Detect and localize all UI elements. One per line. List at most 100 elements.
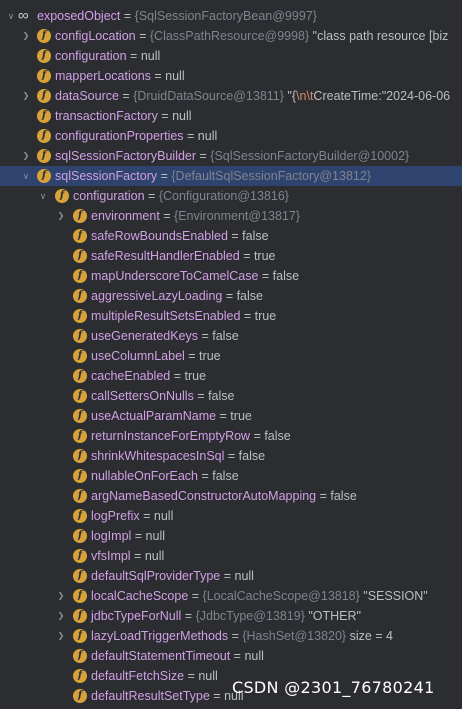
field-assign: = false — [198, 329, 239, 343]
field-assign: = — [181, 609, 196, 623]
field-assign: = — [157, 169, 172, 183]
tree-row-text: configuration = {Configuration@13816} — [73, 186, 289, 206]
object-ref: {ClassPathResource@9998} — [149, 29, 310, 43]
field-name: multipleResultSetsEnabled — [91, 309, 241, 323]
tree-row-text: returnInstanceForEmptyRow = false — [91, 426, 291, 446]
tree-row-argNameBasedConstructorAutoMapping[interactable]: f argNameBasedConstructorAutoMapping = fa… — [0, 486, 462, 506]
field-icon: f — [73, 409, 87, 423]
tree-row-shrinkWhitespacesInSql[interactable]: f shrinkWhitespacesInSql = false — [0, 446, 462, 466]
field-assign: = — [188, 589, 203, 603]
tree-row-sqlSessionFactoryBuilder[interactable]: ❯ f sqlSessionFactoryBuilder = {SqlSession… — [0, 146, 462, 166]
tree-row-defaultStatementTimeout[interactable]: f defaultStatementTimeout = null — [0, 646, 462, 666]
field-icon: f — [73, 249, 87, 263]
field-assign: = null — [183, 129, 218, 143]
field-icon: f — [73, 209, 87, 223]
field-icon: f — [55, 189, 69, 203]
field-value: "{ — [283, 89, 297, 103]
field-icon: f — [73, 329, 87, 343]
tree-row-text: mapperLocations = null — [55, 66, 185, 86]
tree-row-text: jdbcTypeForNull = {JdbcType@13819} "OTHE… — [91, 606, 361, 626]
tree-row-aggressiveLazyLoading[interactable]: f aggressiveLazyLoading = false — [0, 286, 462, 306]
collapse-chevron-icon[interactable]: ∨ — [37, 186, 49, 206]
field-assign: = null — [150, 69, 185, 83]
expand-chevron-icon[interactable]: ❯ — [20, 26, 32, 46]
field-value: "SESSION" — [359, 589, 428, 603]
field-assign: = — [196, 149, 211, 163]
field-value: "OTHER" — [304, 609, 361, 623]
tree-row-configuration[interactable]: ∨ f configuration = {Configuration@13816} — [0, 186, 462, 206]
field-name: logPrefix — [91, 509, 140, 523]
expand-chevron-icon[interactable]: ❯ — [55, 586, 67, 606]
tree-row-text: cacheEnabled = true — [91, 366, 206, 386]
tree-row-callSettersOnNulls[interactable]: f callSettersOnNulls = false — [0, 386, 462, 406]
tree-row-configuration[interactable]: f configuration = null — [0, 46, 462, 66]
expand-chevron-icon[interactable]: ❯ — [55, 206, 67, 226]
field-name: defaultSqlProviderType — [91, 569, 221, 583]
collapse-chevron-icon[interactable]: ∨ — [20, 166, 32, 186]
field-icon: f — [73, 549, 87, 563]
tree-row-nullableOnForEach[interactable]: f nullableOnForEach = false — [0, 466, 462, 486]
field-assign: = — [120, 9, 135, 23]
field-icon: f — [37, 149, 51, 163]
field-assign: = null — [184, 669, 218, 683]
expand-chevron-icon[interactable]: ❯ — [55, 626, 67, 646]
field-icon: f — [73, 609, 87, 623]
tree-row-logImpl[interactable]: f logImpl = null — [0, 526, 462, 546]
field-name: shrinkWhitespacesInSql — [91, 449, 225, 463]
field-assign: = null — [157, 109, 192, 123]
expand-chevron-icon[interactable]: ❯ — [55, 606, 67, 626]
tree-row-configurationProperties[interactable]: f configurationProperties = null — [0, 126, 462, 146]
field-name: mapperLocations — [55, 69, 151, 83]
tree-row-multipleResultSetsEnabled[interactable]: f multipleResultSetsEnabled = true — [0, 306, 462, 326]
tree-row-sqlSessionFactory[interactable]: ∨ f sqlSessionFactory = {DefaultSqlSession… — [0, 166, 462, 186]
tree-row-configLocation[interactable]: ❯ f configLocation = {ClassPathResource@99… — [0, 26, 462, 46]
field-assign: = — [135, 29, 150, 43]
collapse-chevron-icon[interactable]: ∨ — [5, 6, 17, 26]
tree-row-localCacheScope[interactable]: ❯ f localCacheScope = {LocalCacheScope@138… — [0, 586, 462, 606]
tree-row-environment[interactable]: ❯ f environment = {Environment@13817} — [0, 206, 462, 226]
field-assign: = — [118, 89, 134, 103]
object-ref: {Environment@13817} — [174, 209, 301, 223]
field-icon: f — [73, 369, 87, 383]
field-icon: f — [73, 289, 87, 303]
tree-row-defaultSqlProviderType[interactable]: f defaultSqlProviderType = null — [0, 566, 462, 586]
field-name: defaultFetchSize — [91, 669, 185, 683]
tree-row-text: multipleResultSetsEnabled = true — [91, 306, 276, 326]
field-icon: f — [73, 489, 87, 503]
field-icon: f — [73, 689, 87, 703]
tree-row-useGeneratedKeys[interactable]: f useGeneratedKeys = false — [0, 326, 462, 346]
field-icon: f — [73, 449, 87, 463]
tree-row-mapperLocations[interactable]: f mapperLocations = null — [0, 66, 462, 86]
object-ref: {LocalCacheScope@13818} — [202, 589, 360, 603]
expand-chevron-icon[interactable]: ❯ — [20, 86, 32, 106]
field-name: logImpl — [91, 529, 132, 543]
tree-row-useActualParamName[interactable]: f useActualParamName = true — [0, 406, 462, 426]
field-icon: f — [37, 129, 51, 143]
tree-row-exposedObject[interactable]: ∨ ∞ exposedObject = {SqlSessionFactoryBean… — [0, 6, 462, 26]
field-name: callSettersOnNulls — [91, 389, 194, 403]
tree-row-logPrefix[interactable]: f logPrefix = null — [0, 506, 462, 526]
tree-row-lazyLoadTriggerMethods[interactable]: ❯ f lazyLoadTriggerMethods = {HashSet@1382… — [0, 626, 462, 646]
tree-row-safeRowBoundsEnabled[interactable]: f safeRowBoundsEnabled = false — [0, 226, 462, 246]
tree-row-text: logPrefix = null — [91, 506, 173, 526]
expand-chevron-icon[interactable]: ❯ — [20, 146, 32, 166]
tree-row-useColumnLabel[interactable]: f useColumnLabel = true — [0, 346, 462, 366]
tree-row-returnInstanceForEmptyRow[interactable]: f returnInstanceForEmptyRow = false — [0, 426, 462, 446]
field-assign: = true — [184, 349, 221, 363]
tree-row-mapUnderscoreToCamelCase[interactable]: f mapUnderscoreToCamelCase = false — [0, 266, 462, 286]
field-assign: = null — [220, 569, 254, 583]
field-assign: = false — [258, 269, 300, 283]
tree-row-text: aggressiveLazyLoading = false — [91, 286, 263, 306]
tree-row-text: useActualParamName = true — [91, 406, 252, 426]
field-icon: f — [73, 669, 87, 683]
tree-row-vfsImpl[interactable]: f vfsImpl = null — [0, 546, 462, 566]
tree-row-cacheEnabled[interactable]: f cacheEnabled = true — [0, 366, 462, 386]
tree-row-text: callSettersOnNulls = false — [91, 386, 234, 406]
tree-row-dataSource[interactable]: ❯ f dataSource = {DruidDataSource@13811} "… — [0, 86, 462, 106]
field-assign: = false — [316, 489, 357, 503]
tree-row-safeResultHandlerEnabled[interactable]: f safeResultHandlerEnabled = true — [0, 246, 462, 266]
tree-row-jdbcTypeForNull[interactable]: ❯ f jdbcTypeForNull = {JdbcType@13819} "OT… — [0, 606, 462, 626]
tree-row-transactionFactory[interactable]: f transactionFactory = null — [0, 106, 462, 126]
field-name: returnInstanceForEmptyRow — [91, 429, 251, 443]
tree-row-text: safeRowBoundsEnabled = false — [91, 226, 269, 246]
